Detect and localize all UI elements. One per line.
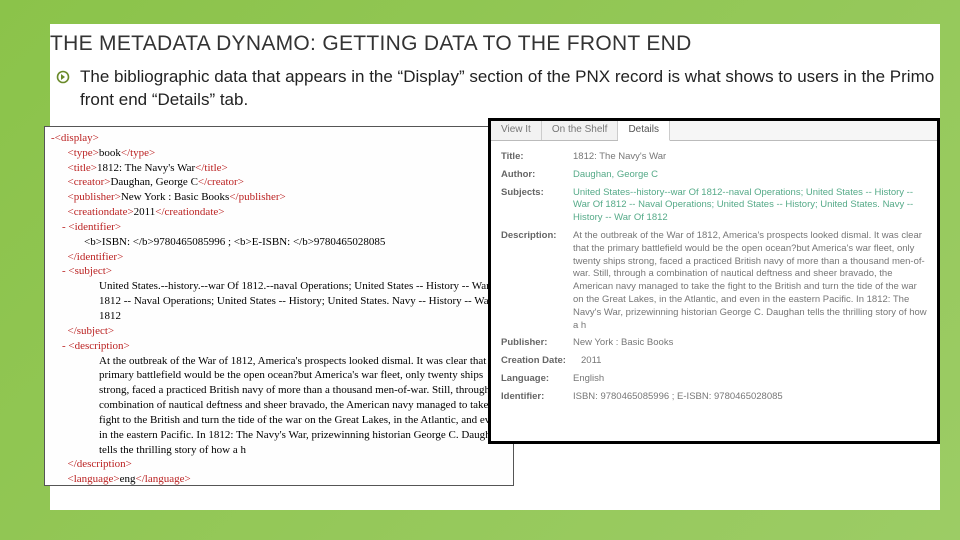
tab-shelf[interactable]: On the Shelf [542,121,619,140]
detail-id-label: Identifier: [501,391,573,404]
xml-title-open: <title> [51,162,97,174]
xml-type-val: book [99,147,121,159]
bullet-row: The bibliographic data that appears in t… [50,66,940,112]
detail-lang-row: Language: English [501,373,927,386]
xml-id-close: </identifier> [51,251,123,263]
detail-title-row: Title: 1812: The Navy's War [501,151,927,164]
detail-desc-value: At the outbreak of the War of 1812, Amer… [573,230,927,333]
xml-lang-open: <language> [51,473,120,485]
detail-date-row: Creation Date: 2011 [501,355,927,368]
bullet-text: The bibliographic data that appears in t… [80,66,940,112]
detail-lang-label: Language: [501,373,573,386]
detail-pub-row: Publisher: New York : Basic Books [501,337,927,350]
detail-subjects-row: Subjects: United States--history--war Of… [501,187,927,225]
slide-card: THE METADATA DYNAMO: GETTING DATA TO THE… [50,24,940,510]
xml-pub-open: <publisher> [51,191,121,203]
xml-panel: -<display> <type>book</type> <title>1812… [44,126,514,486]
xml-title-val: 1812: The Navy's War [97,162,195,174]
xml-pub-close: </publisher> [229,191,285,203]
details-body: Title: 1812: The Navy's War Author: Daug… [491,141,937,415]
detail-subjects-value[interactable]: United States--history--war Of 1812--nav… [573,187,927,225]
bullet-icon [56,70,70,89]
xml-creator-val: Daughan, George C [110,176,197,188]
details-panel: View It On the Shelf Details Title: 1812… [488,118,940,444]
detail-id-value: ISBN: 9780465085996 ; E-ISBN: 9780465028… [573,391,783,404]
xml-date-close: </creationdate> [155,206,224,218]
xml-id-val: <b>ISBN: </b>9780465085996 ; <b>E-ISBN: … [51,236,385,248]
detail-id-row: Identifier: ISBN: 9780465085996 ; E-ISBN… [501,391,927,404]
slide-title: THE METADATA DYNAMO: GETTING DATA TO THE… [50,24,940,66]
xml-desc-close: </description> [51,458,132,470]
detail-author-label: Author: [501,169,573,182]
xml-lang-close: </language> [136,473,191,485]
xml-pub-val: New York : Basic Books [121,191,229,203]
content-area: -<display> <type>book</type> <title>1812… [50,126,940,496]
xml-creator-close: </creator> [198,176,244,188]
xml-subj-val: United States.--history.--war Of 1812.--… [99,280,507,322]
detail-desc-row: Description: At the outbreak of the War … [501,230,927,333]
tab-details[interactable]: Details [618,121,670,141]
detail-author-value[interactable]: Daughan, George C [573,169,658,182]
detail-subjects-label: Subjects: [501,187,573,225]
detail-title-value: 1812: The Navy's War [573,151,666,164]
xml-date-val: 2011 [134,206,156,218]
xml-subj-open: - <subject> [51,265,112,277]
xml-desc-val: At the outbreak of the War of 1812, Amer… [99,355,505,456]
detail-title-label: Title: [501,151,573,164]
detail-pub-value: New York : Basic Books [573,337,673,350]
xml-desc-open: - <description> [51,340,130,352]
xml-creator-open: <creator> [51,176,110,188]
detail-pub-label: Publisher: [501,337,573,350]
xml-type-open: <type> [51,147,99,159]
detail-date-label: Creation Date: [501,355,581,368]
xml-type-close: </type> [121,147,155,159]
detail-author-row: Author: Daughan, George C [501,169,927,182]
xml-title-close: </title> [195,162,228,174]
xml-id-open: - <identifier> [51,221,121,233]
xml-date-open: <creationdate> [51,206,134,218]
detail-lang-value: English [573,373,604,386]
xml-subj-close: </subject> [51,325,114,337]
tab-viewit[interactable]: View It [491,121,542,140]
xml-display-open: -<display> [51,132,99,144]
detail-desc-label: Description: [501,230,573,333]
details-tabs: View It On the Shelf Details [491,121,937,141]
xml-lang-val: eng [120,473,136,485]
detail-date-value: 2011 [581,355,601,368]
